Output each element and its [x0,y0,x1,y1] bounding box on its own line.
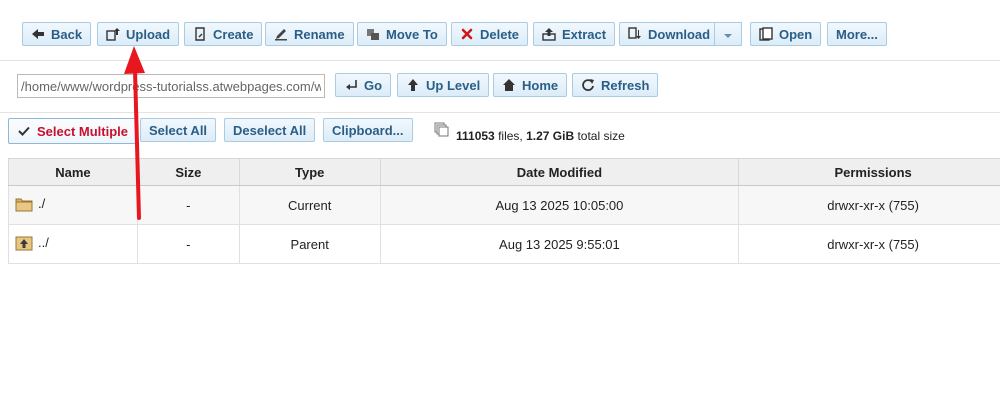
folder-icon [15,196,33,215]
arrow-up-icon [406,78,420,92]
rename-button[interactable]: Rename [265,22,354,46]
create-button[interactable]: Create [184,22,263,46]
path-input[interactable] [17,74,325,98]
table-header-row: Name Size Type Date Modified Permissions [8,158,1000,186]
move-to-label: Move To [386,26,438,42]
name-cell[interactable]: ../ [8,224,138,264]
files-label: files, [498,129,523,143]
clipboard-button[interactable]: Clipboard... [323,118,413,142]
home-icon [502,78,516,92]
up-level-button[interactable]: Up Level [397,73,490,97]
size-cell: - [136,185,240,225]
select-multiple-button[interactable]: Select Multiple [8,118,138,144]
home-label: Home [522,77,559,93]
delete-x-icon [460,27,474,41]
delete-label: Delete [480,26,520,42]
create-label: Create [213,26,254,42]
more-label: More... [836,26,878,42]
caret-down-icon [723,27,733,42]
refresh-icon [581,78,595,92]
go-arrow-icon [344,78,358,92]
open-button[interactable]: Open [750,22,822,46]
download-dropdown-toggle[interactable] [714,22,742,46]
refresh-label: Refresh [601,77,650,93]
permissions-cell[interactable]: drwxr-xr-x (755) [738,224,1000,264]
total-size: 1.27 GiB [526,129,575,143]
home-button[interactable]: Home [493,73,568,97]
refresh-button[interactable]: Refresh [572,73,659,97]
column-header-size[interactable]: Size [136,158,240,186]
column-header-permissions[interactable]: Permissions [738,158,1000,186]
select-all-button[interactable]: Select All [140,118,217,142]
download-icon [628,27,642,41]
open-file-icon [759,27,773,41]
files-stack-icon [434,122,450,141]
date-cell: Aug 13 2025 10:05:00 [379,185,740,225]
file-count: 111053 [456,129,495,143]
upload-label: Upload [126,26,171,42]
back-label: Back [51,26,83,42]
back-button[interactable]: Back [22,22,92,46]
column-header-name[interactable]: Name [8,158,138,186]
file-name[interactable]: ./ [38,196,45,211]
more-button[interactable]: More... [827,22,887,46]
move-to-button[interactable]: Move To [357,22,447,46]
main-toolbar: Back Upload Create Rename Move To Delete… [0,0,1000,61]
delete-button[interactable]: Delete [451,22,529,46]
file-name[interactable]: ../ [38,235,49,250]
parent-folder-icon [15,235,33,254]
up-level-label: Up Level [426,77,481,93]
type-cell: Current [238,185,381,225]
table-row[interactable]: ../ - Parent Aug 13 2025 9:55:01 drwxr-x… [8,224,1000,264]
table-row[interactable]: ./ - Current Aug 13 2025 10:05:00 drwxr-… [8,185,1000,225]
deselect-all-label: Deselect All [233,122,307,138]
checkmark-icon [17,124,31,138]
upload-icon [106,27,120,41]
column-header-type[interactable]: Type [238,158,381,186]
arrow-left-icon [31,27,45,41]
pencil-icon [274,27,288,41]
download-label: Download [648,26,711,42]
size-label: total size [577,129,625,143]
upload-button[interactable]: Upload [97,22,180,46]
date-cell: Aug 13 2025 9:55:01 [379,224,740,264]
clipboard-label: Clipboard... [332,122,404,138]
select-all-label: Select All [149,122,208,138]
select-multiple-label: Select Multiple [37,123,129,139]
folder-stats: 111053 files, 1.27 GiB total size [434,119,625,143]
rename-label: Rename [294,26,345,42]
extract-button[interactable]: Extract [533,22,616,46]
name-cell[interactable]: ./ [8,185,138,225]
move-icon [366,27,380,41]
create-file-icon [193,27,207,41]
open-label: Open [779,26,813,42]
size-cell: - [136,224,240,264]
go-label: Go [364,77,383,93]
download-button[interactable]: Download [619,22,715,46]
file-table: Name Size Type Date Modified Permissions… [8,158,1000,264]
go-button[interactable]: Go [335,73,392,97]
extract-label: Extract [562,26,607,42]
extract-icon [542,27,556,41]
deselect-all-button[interactable]: Deselect All [224,118,316,142]
permissions-cell[interactable]: drwxr-xr-x (755) [738,185,1000,225]
column-header-date-modified[interactable]: Date Modified [379,158,740,186]
type-cell: Parent [238,224,381,264]
